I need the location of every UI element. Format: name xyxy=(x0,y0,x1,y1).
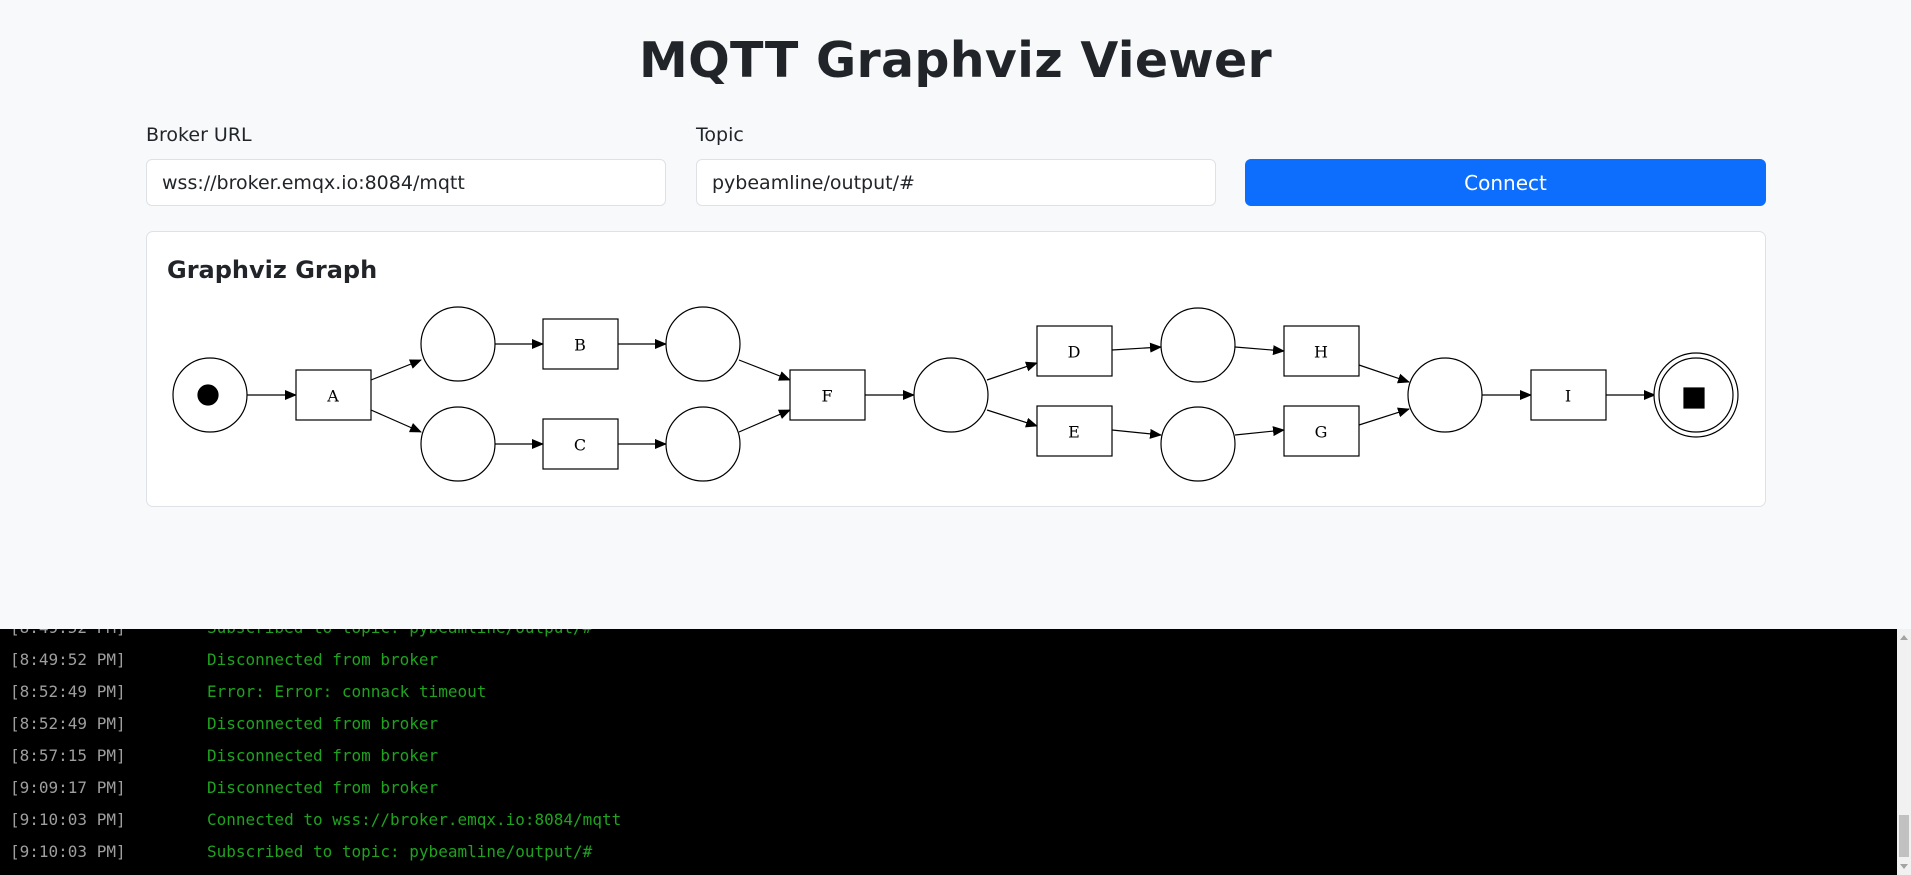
broker-url-label: Broker URL xyxy=(146,124,252,146)
app-root: MQTT Graphviz Viewer Broker URL Topic Co… xyxy=(0,0,1911,875)
edge-h-to-place xyxy=(1358,364,1410,384)
edge-place-to-h xyxy=(1234,345,1285,356)
transition-b-label: B xyxy=(574,336,586,355)
transition-d-label: D xyxy=(1068,343,1081,362)
place-node xyxy=(665,406,741,482)
edge-e-to-place xyxy=(1111,428,1162,439)
transition-f-label: F xyxy=(821,387,832,406)
filled-square-icon xyxy=(1683,387,1705,409)
transition-c-label: C xyxy=(574,436,586,455)
edge-d-to-place xyxy=(1111,342,1162,353)
scroll-down-arrow-icon[interactable] xyxy=(1900,864,1908,869)
log-line: [8:52:49 PM] Error: Error: connack timeou… xyxy=(10,676,621,708)
place-node xyxy=(420,306,496,382)
page-title: MQTT Graphviz Viewer xyxy=(639,32,1272,89)
log-list: [8:49:52 PM]Subscribed to topic: pybeaml… xyxy=(10,629,621,868)
log-message: Disconnected from broker xyxy=(207,650,439,669)
log-console[interactable]: [8:49:52 PM]Subscribed to topic: pybeaml… xyxy=(0,629,1911,875)
edge-a-to-place-top xyxy=(370,359,422,381)
edge-place-to-e xyxy=(986,409,1038,428)
log-timestamp: [8:49:52 PM] xyxy=(10,629,207,644)
console-scrollbar[interactable] xyxy=(1897,629,1911,875)
filled-dot-icon xyxy=(197,384,219,406)
topic-label: Topic xyxy=(696,124,744,146)
log-timestamp: [9:09:17 PM] xyxy=(10,778,126,797)
log-timestamp: [9:10:03 PM] xyxy=(10,842,126,861)
edge-place-bottom-to-f xyxy=(738,409,791,433)
log-message: Error: Error: connack timeout xyxy=(207,682,487,701)
edge-a-to-place-bottom xyxy=(370,409,422,433)
process-graph: A B C F D E H G I xyxy=(172,306,1739,482)
scroll-up-arrow-icon[interactable] xyxy=(1900,635,1908,640)
graph-places xyxy=(172,306,1739,482)
place-node xyxy=(913,357,989,433)
log-message: Subscribed to topic: pybeamline/output/# xyxy=(207,629,592,637)
place-node xyxy=(1160,307,1236,383)
log-line: [8:57:15 PM] Disconnected from broker xyxy=(10,740,621,772)
edge-place-to-d xyxy=(986,361,1038,381)
log-timestamp: [9:10:03 PM] xyxy=(10,810,126,829)
place-node xyxy=(420,406,496,482)
log-line: [9:10:03 PM] Subscribed to topic: pybeaml… xyxy=(10,836,621,868)
log-message: Disconnected from broker xyxy=(207,714,439,733)
log-message: Disconnected from broker xyxy=(207,746,439,765)
log-timestamp: [8:57:15 PM] xyxy=(10,746,126,765)
log-timestamp: [8:52:49 PM] xyxy=(10,682,126,701)
log-message: Connected to wss://broker.emqx.io:8084/m… xyxy=(207,810,622,829)
edge-g-to-place xyxy=(1358,407,1410,426)
edge-place-to-g xyxy=(1234,426,1285,437)
scrollbar-thumb[interactable] xyxy=(1899,815,1909,857)
transition-i-label: I xyxy=(1565,387,1571,406)
log-line: [9:10:03 PM] Connected to wss://broker.em… xyxy=(10,804,621,836)
topic-input[interactable] xyxy=(696,159,1216,206)
graph-card: Graphviz Graph A B C F D E H G I xyxy=(146,231,1766,507)
log-timestamp: [8:52:49 PM] xyxy=(10,714,126,733)
log-line: [8:52:49 PM] Disconnected from broker xyxy=(10,708,621,740)
log-message: Disconnected from broker xyxy=(207,778,439,797)
transition-h-label: H xyxy=(1314,343,1328,362)
place-node xyxy=(1407,357,1483,433)
place-node xyxy=(665,306,741,382)
transition-g-label: G xyxy=(1315,423,1328,442)
log-message: Subscribed to topic: pybeamline/output/# xyxy=(207,842,593,861)
connect-button[interactable]: Connect xyxy=(1245,159,1766,206)
log-line: [9:09:17 PM] Disconnected from broker xyxy=(10,772,621,804)
transition-a-label: A xyxy=(326,387,339,406)
edge-place-top-to-f xyxy=(738,359,791,381)
log-timestamp: [8:49:52 PM] xyxy=(10,650,126,669)
transition-e-label: E xyxy=(1068,423,1080,442)
log-line: [8:49:52 PM] Disconnected from broker xyxy=(10,644,621,676)
log-line: [8:49:52 PM]Subscribed to topic: pybeaml… xyxy=(10,629,621,644)
place-node xyxy=(1160,406,1236,482)
broker-url-input[interactable] xyxy=(146,159,666,206)
